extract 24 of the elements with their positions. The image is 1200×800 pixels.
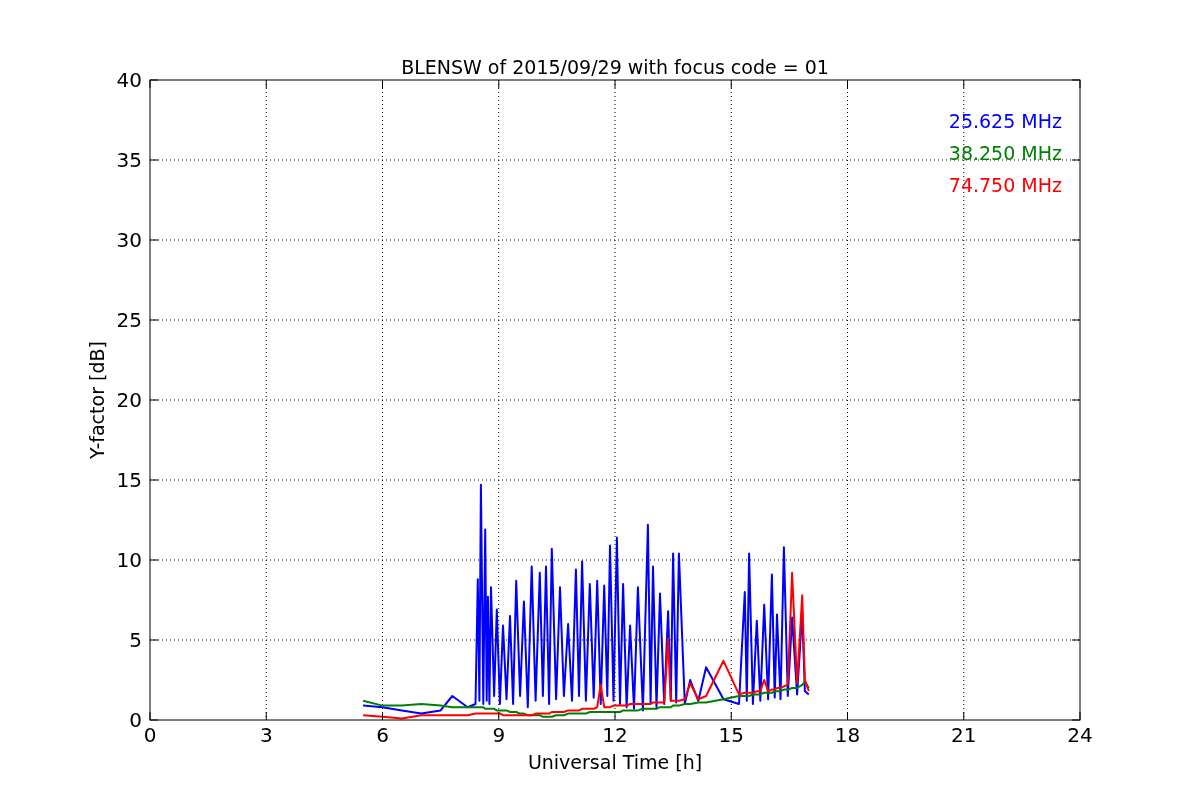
x-tick-label: 18 (834, 723, 861, 747)
y-tick-label: 25 (116, 308, 142, 332)
y-tick-label: 30 (116, 228, 142, 252)
x-tick-label: 24 (1067, 723, 1093, 747)
x-tick-label: 15 (718, 723, 744, 747)
x-axis-label: Universal Time [h] (527, 751, 703, 773)
y-tick-label: 5 (129, 628, 142, 652)
y-tick-label: 40 (116, 68, 142, 92)
x-tick-label: 21 (951, 723, 977, 747)
y-tick-label: 10 (116, 548, 142, 572)
x-tick-label: 9 (492, 723, 506, 747)
legend-label: 38.250 MHz (948, 142, 1062, 164)
legend-label: 25.625 MHz (948, 110, 1062, 132)
legend-label: 74.750 MHz (948, 174, 1062, 196)
y-axis-label: Y-factor [dB] (86, 341, 108, 459)
x-tick-label: 0 (143, 723, 157, 747)
x-tick-label: 6 (376, 723, 389, 747)
y-tick-label: 0 (129, 708, 142, 732)
y-tick-label: 15 (116, 468, 142, 492)
y-tick-label: 20 (116, 388, 142, 412)
chart-title: BLENSW of 2015/09/29 with focus code = 01 (401, 56, 829, 78)
x-tick-label: 12 (602, 723, 628, 747)
y-tick-label: 35 (116, 148, 142, 172)
x-tick-label: 3 (259, 723, 273, 747)
